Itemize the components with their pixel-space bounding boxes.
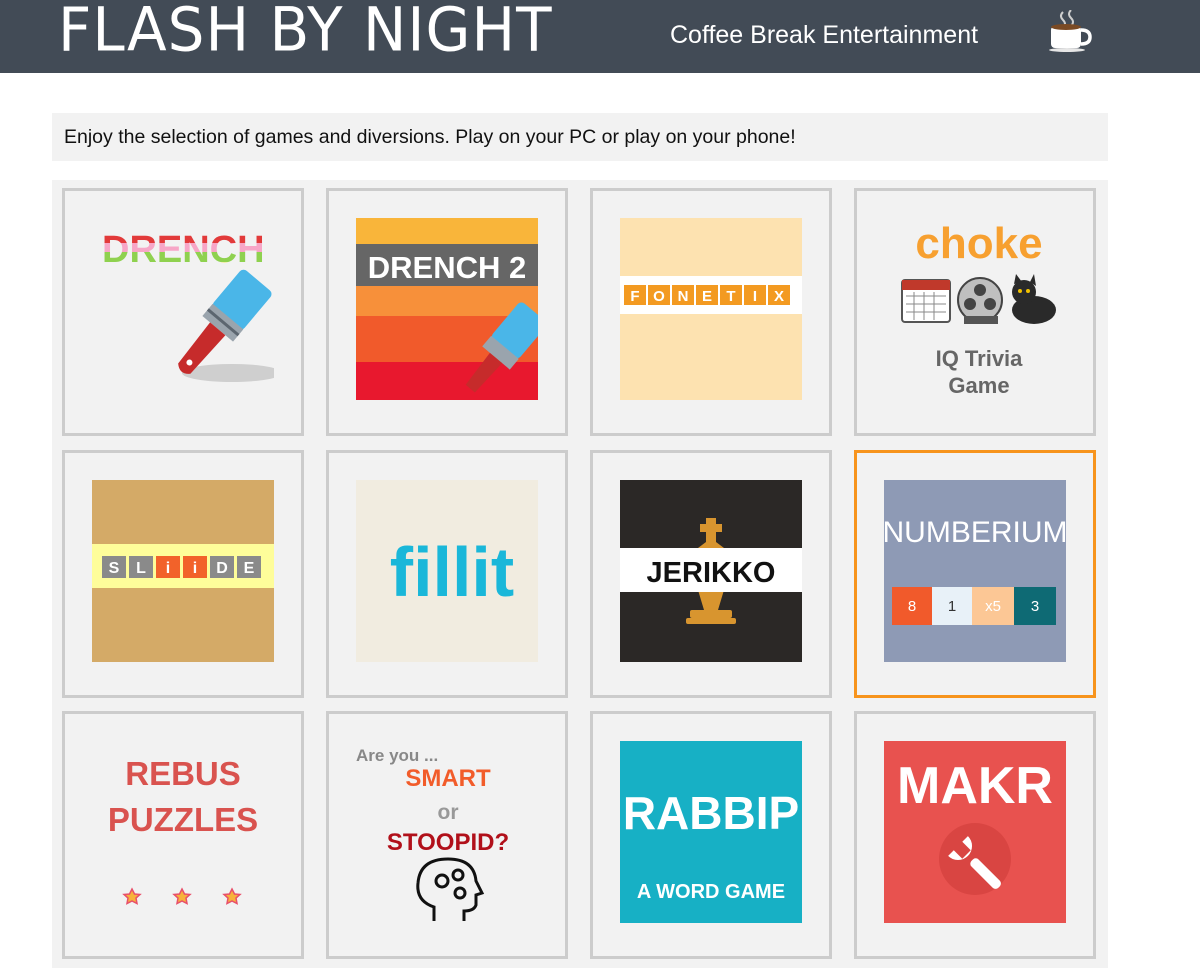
choke-subtitle-1: IQ Trivia [936, 346, 1024, 371]
svg-text:1: 1 [948, 598, 956, 615]
film-reel-icon [957, 277, 1003, 324]
numberium-thumbnail: NUMBERIUM 8 1 x5 3 [884, 480, 1066, 662]
drench-title: DRENCH [102, 229, 265, 271]
game-tile-sliide[interactable]: S L i i D E [62, 450, 304, 698]
game-tile-rabbip[interactable]: RABBIP A WORD GAME [590, 711, 832, 959]
svg-text:S: S [109, 560, 120, 577]
game-tile-fillit[interactable]: fillit [326, 450, 568, 698]
intro-text: Enjoy the selection of games and diversi… [64, 126, 796, 148]
rabbip-thumbnail: RABBIP A WORD GAME [620, 741, 802, 923]
svg-text:i: i [166, 560, 170, 577]
choke-thumbnail: choke IQ Trivia Game [884, 218, 1066, 400]
svg-text:F: F [630, 288, 639, 305]
jerikko-title: JERIKKO [647, 557, 776, 589]
smart-line-4: STOOPID? [387, 829, 509, 856]
sliide-thumbnail: S L i i D E [92, 480, 274, 662]
game-tile-makr[interactable]: MAKR [854, 711, 1096, 959]
site-header: FLASH BY NIGHT Coffee Break Entertainmen… [0, 0, 1200, 73]
site-tagline: Coffee Break Entertainment [670, 21, 979, 49]
fillit-thumbnail: fillit [356, 480, 538, 662]
site-logo[interactable]: FLASH BY NIGHT [58, 0, 553, 65]
svg-text:E: E [244, 560, 255, 577]
cat-icon [1012, 274, 1056, 324]
drench-2-title: DRENCH 2 [368, 250, 526, 285]
coffee-cup-icon [1049, 10, 1092, 52]
drench-2-thumbnail: DRENCH 2 [356, 218, 538, 400]
choke-title: choke [915, 219, 1042, 268]
svg-text:D: D [216, 560, 228, 577]
calendar-icon [901, 279, 951, 323]
rebus-title-1: REBUS [125, 755, 241, 792]
svg-text:x5: x5 [985, 598, 1001, 615]
fonetix-letters: F O N E T I X [624, 285, 790, 305]
game-tile-fonetix[interactable]: F O N E T I X [590, 188, 832, 436]
game-tile-smart-or-stoopid[interactable]: Are you ... SMART or STOOPID? [326, 711, 568, 959]
game-tile-numberium[interactable]: NUMBERIUM 8 1 x5 3 [854, 450, 1096, 698]
thinking-head-icon [416, 857, 485, 921]
rebus-title-2: PUZZLES [108, 801, 258, 838]
game-tile-drench-2[interactable]: DRENCH 2 [326, 188, 568, 436]
rebus-puzzles-thumbnail: REBUS PUZZLES [92, 741, 274, 923]
jerikko-thumbnail: JERIKKO [620, 480, 802, 662]
smart-line-1: Are you ... [356, 746, 438, 765]
svg-text:X: X [774, 288, 784, 305]
svg-text:E: E [702, 288, 712, 305]
drench-thumbnail: DRENCH [92, 218, 274, 400]
games-grid: DRENCH DRENCH 2 F O N E T I X choke IQ T… [52, 180, 1108, 968]
svg-text:N: N [678, 288, 689, 305]
rebus-stars [122, 887, 242, 905]
fonetix-thumbnail: F O N E T I X [620, 218, 802, 400]
svg-text:L: L [136, 560, 146, 577]
makr-thumbnail: MAKR [884, 741, 1066, 923]
makr-title: MAKR [897, 757, 1053, 815]
fillit-title: fillit [390, 533, 514, 611]
svg-text:3: 3 [1031, 598, 1039, 615]
rabbip-title: RABBIP [623, 787, 799, 839]
rabbip-subtitle: A WORD GAME [637, 881, 785, 903]
smart-line-3: or [438, 801, 459, 824]
smart-or-stoopid-thumbnail: Are you ... SMART or STOOPID? [356, 741, 538, 923]
numberium-title: NUMBERIUM [884, 516, 1066, 549]
game-tile-drench[interactable]: DRENCH [62, 188, 304, 436]
game-tile-rebus-puzzles[interactable]: REBUS PUZZLES [62, 711, 304, 959]
svg-text:8: 8 [908, 598, 916, 615]
choke-subtitle-2: Game [948, 373, 1009, 398]
svg-text:i: i [193, 560, 197, 577]
svg-text:O: O [653, 288, 665, 305]
game-tile-choke[interactable]: choke IQ Trivia Game [854, 188, 1096, 436]
svg-text:T: T [726, 288, 735, 305]
smart-line-2: SMART [405, 765, 491, 792]
svg-text:I: I [753, 288, 757, 305]
intro-banner: Enjoy the selection of games and diversi… [52, 113, 1108, 161]
game-tile-jerikko[interactable]: JERIKKO [590, 450, 832, 698]
